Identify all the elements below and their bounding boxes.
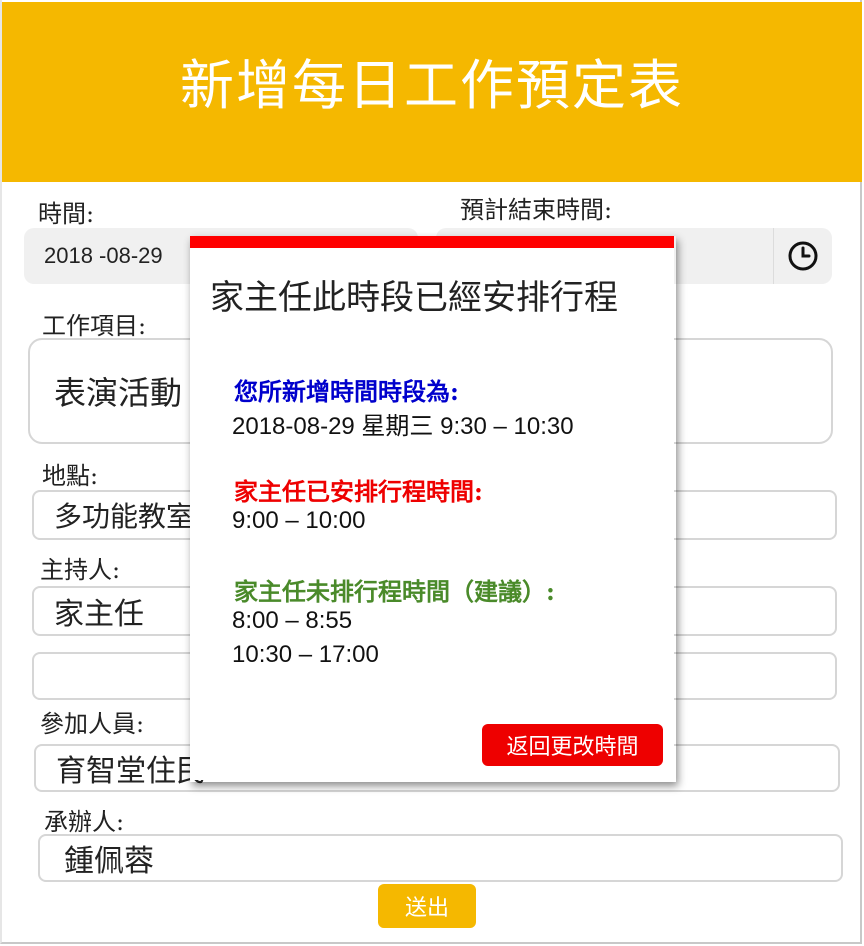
booked-value: 9:00 – 10:00 [232, 507, 366, 534]
location-label: 地點: [42, 462, 99, 490]
page-title: 新增每日工作預定表 [180, 53, 684, 117]
clock-button[interactable] [773, 228, 832, 284]
organizer-field[interactable]: 鍾佩蓉 [38, 834, 843, 882]
new-slot-value: 2018-08-29 星期三 9:30 – 10:30 [232, 413, 574, 440]
host-value: 家主任 [54, 597, 144, 632]
work-item-value: 表演活動 [54, 374, 183, 412]
host-label: 主持人: [40, 556, 121, 584]
work-item-label: 工作項目: [42, 312, 147, 340]
header-bar: 新增每日工作預定表 [2, 2, 862, 182]
time-label: 時間: [38, 200, 95, 228]
booked-heading: 家主任已安排行程時間: [234, 477, 483, 506]
organizer-value: 鍾佩蓉 [64, 844, 154, 879]
back-change-time-button[interactable]: 返回更改時間 [482, 724, 663, 766]
free-heading: 家主任未排行程時間（建議）: [234, 577, 555, 606]
free-slot-1: 8:00 – 8:55 [232, 607, 353, 634]
conflict-dialog: 家主任此時段已經安排行程 您所新增時間時段為: 2018-08-29 星期三 9… [190, 236, 674, 780]
new-slot-heading: 您所新增時間時段為: [234, 377, 459, 406]
dialog-title: 家主任此時段已經安排行程 [210, 278, 618, 318]
start-date-value: 2018 -08-29 [44, 243, 163, 268]
submit-button[interactable]: 送出 [378, 884, 476, 928]
organizer-label: 承辦人: [44, 808, 125, 836]
location-value: 多功能教室 [54, 500, 195, 533]
clock-icon [788, 241, 818, 271]
participants-label: 參加人員: [40, 710, 145, 738]
end-time-label: 預計結束時間: [460, 196, 613, 224]
participants-value: 育智堂住民 [56, 754, 206, 789]
free-slot-2: 10:30 – 17:00 [232, 641, 379, 668]
